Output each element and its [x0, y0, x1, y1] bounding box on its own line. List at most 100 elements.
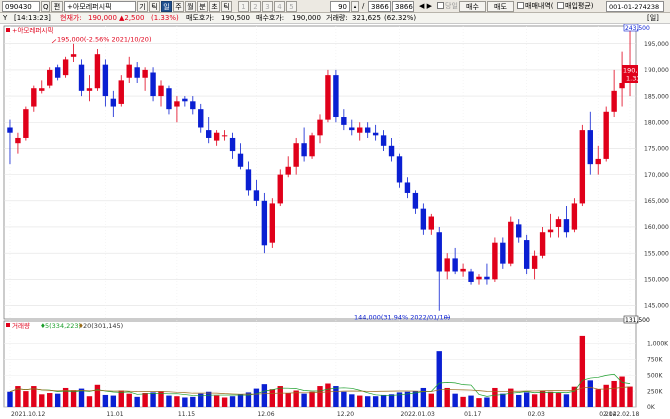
scroll-left-icon[interactable]: ◀ ▶ — [419, 1, 433, 12]
candle-body — [221, 135, 228, 137]
volume-bar — [237, 394, 244, 407]
search-icon[interactable]: Q — [41, 1, 50, 12]
candle-body — [460, 268, 466, 272]
volume-bar — [54, 393, 61, 407]
candle-body — [372, 132, 379, 136]
period-day-button[interactable]: 일 — [161, 1, 172, 12]
volume-bar — [269, 389, 276, 407]
volume-bar — [579, 335, 586, 407]
candle-body — [86, 88, 93, 91]
candle-body — [341, 117, 347, 125]
edit-button[interactable]: 편 — [51, 1, 63, 12]
avg-price-checkbox[interactable]: 매입평균) — [557, 1, 594, 12]
date-tick-label: 11.15 — [178, 411, 195, 418]
candle-body — [523, 240, 530, 269]
candle-body — [15, 137, 21, 144]
candlestick-chart[interactable]: 195,000 190,000 185,000 180,000 175,000 170,0… — [0, 23, 670, 419]
period-second-button[interactable]: 초 — [209, 1, 220, 12]
volume-tick-label: 750K — [647, 357, 663, 364]
candle-body — [118, 80, 124, 104]
candle-body — [468, 271, 474, 282]
low-price-marker: 144,000(31.94% 2022/01/10) — [354, 314, 450, 322]
volume-bar — [619, 376, 625, 407]
candle-body — [603, 111, 609, 159]
candle-body — [198, 109, 204, 128]
interval-3-button[interactable]: 3 — [262, 1, 273, 12]
count-spinner[interactable]: ▴ — [351, 1, 359, 12]
period-tick-button[interactable]: 틱 — [149, 1, 160, 12]
candle-body — [94, 54, 101, 89]
volume-bar — [94, 384, 101, 407]
display-count-input[interactable]: 90 — [330, 1, 350, 12]
volume-bar — [372, 396, 379, 407]
candle-body — [563, 219, 570, 233]
period-select-button[interactable]: 기 — [137, 1, 148, 12]
candle-body — [47, 69, 53, 86]
volume-bar — [174, 396, 180, 407]
interval-2-button[interactable]: 2 — [250, 1, 261, 12]
volume-bar — [182, 397, 188, 407]
volume-bar — [492, 387, 498, 407]
date-tick-label: 2022.01.03 — [400, 411, 435, 418]
date-tick-label: 11.01 — [106, 411, 123, 418]
candle-body — [412, 192, 419, 209]
price-tick-label: 195,000 — [644, 41, 669, 48]
candle-body — [261, 200, 268, 246]
candle-body — [349, 127, 355, 131]
candle-body — [428, 216, 434, 230]
date-tick-label: 02.03 — [528, 411, 545, 418]
stock-name-field[interactable]: +아모레퍼시픽 — [64, 1, 136, 12]
price-change: ▲2,500 — [119, 14, 145, 22]
volume-bar — [476, 398, 482, 407]
volume-bar — [190, 396, 196, 407]
interval-5-button[interactable]: 5 — [286, 1, 297, 12]
sell-button[interactable]: 매도 — [487, 1, 514, 12]
ask-price-value: 190,500 — [221, 14, 250, 22]
period-minute-button[interactable]: 분 — [197, 1, 208, 12]
candle-body — [404, 182, 411, 193]
volume-legend: 거래량 — [12, 321, 30, 330]
candle-body — [492, 242, 498, 280]
buy-button[interactable]: 매수 — [459, 1, 486, 12]
volume-bar — [420, 387, 427, 407]
candle-body — [452, 258, 458, 272]
period-month-button[interactable]: 월 — [185, 1, 196, 12]
candle-body — [158, 85, 164, 97]
stock-code-input[interactable]: 090430 — [2, 1, 40, 12]
candle-body — [142, 69, 148, 78]
y-axis-toggle[interactable]: Y — [3, 13, 7, 23]
chart-area[interactable]: 195,000 190,000 185,000 180,000 175,000 170,0… — [0, 23, 670, 419]
candle-body — [78, 64, 85, 91]
interval-1-button[interactable]: 1 — [238, 1, 249, 12]
price-legend: +아모레퍼시픽 — [12, 26, 53, 35]
candle-body — [206, 130, 212, 138]
same-day-checkbox[interactable]: 당일 — [437, 1, 458, 12]
price-tick-label: 175,000 — [644, 146, 669, 153]
bottom-price-label: 131,500 — [625, 317, 650, 324]
candle-body — [285, 166, 291, 175]
price-tick-label: 150,000 — [644, 277, 669, 284]
candle-body — [317, 119, 323, 136]
volume-bar — [555, 393, 562, 407]
candle-body — [587, 130, 593, 165]
volume-tick-label: 250K — [647, 388, 663, 395]
candle-body — [364, 127, 371, 133]
candle-body — [333, 75, 339, 118]
period-tick2-button[interactable]: 틱 — [221, 1, 232, 12]
volume-bar — [253, 388, 260, 407]
date-tick-label: 01.17 — [464, 411, 481, 418]
volume-bar — [221, 397, 228, 407]
volume-bar — [380, 394, 387, 407]
account-field[interactable]: 001-01-274238 — [606, 1, 664, 12]
period-week-button[interactable]: 주 — [173, 1, 184, 12]
candle-body — [253, 190, 260, 201]
interval-4-button[interactable]: 4 — [274, 1, 285, 12]
volume-bar — [364, 396, 371, 407]
volume-bar — [595, 389, 601, 407]
trade-history-checkbox[interactable]: 매매내역( — [517, 1, 554, 12]
top-price-label: 243,500 — [625, 25, 650, 32]
volume-bar — [70, 390, 77, 407]
price-tick-label: 145,000 — [644, 303, 669, 310]
volume-bar — [452, 393, 458, 407]
candle-body — [396, 156, 403, 183]
